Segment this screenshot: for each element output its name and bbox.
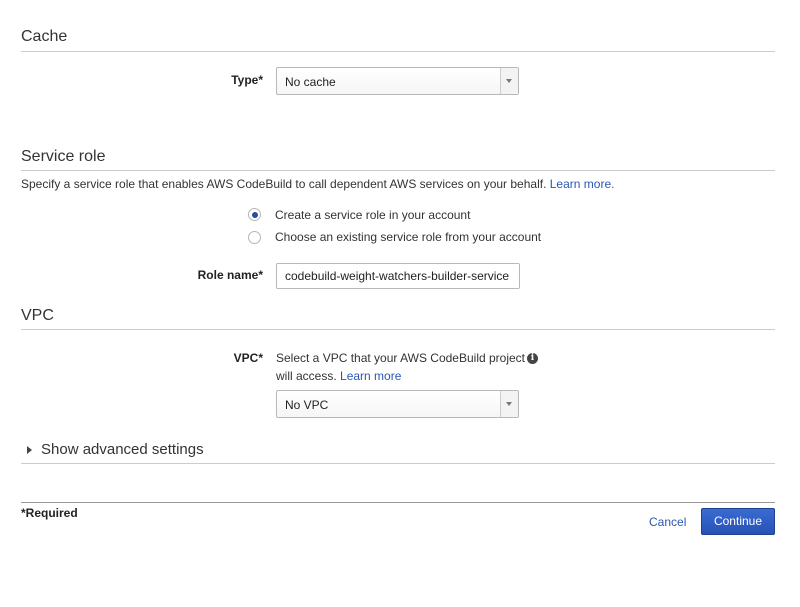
vpc-help-line1: Select a VPC that your AWS CodeBuild pro… <box>276 351 526 365</box>
info-circle-icon[interactable]: i <box>527 353 538 364</box>
role-name-input[interactable] <box>276 263 520 289</box>
vpc-label: VPC* <box>233 351 263 365</box>
show-advanced-settings-toggle[interactable]: Show advanced settings <box>21 440 321 460</box>
radio-existing-service-role[interactable] <box>248 231 261 244</box>
cancel-button[interactable]: Cancel <box>649 515 686 529</box>
role-name-label: Role name* <box>197 268 263 282</box>
chevron-down-icon <box>500 68 518 94</box>
vpc-select[interactable]: No VPC <box>276 390 519 418</box>
vpc-help-line2-wrapper: will access. Learn more <box>276 369 401 383</box>
advanced-divider <box>21 463 775 464</box>
caret-right-icon <box>27 446 32 454</box>
required-note: *Required <box>21 506 78 520</box>
chevron-down-icon <box>500 391 518 417</box>
cache-divider <box>21 51 775 52</box>
service-role-description: Specify a service role that enables AWS … <box>21 177 614 191</box>
vpc-section-title: VPC <box>21 307 54 324</box>
vpc-divider <box>21 329 775 330</box>
show-advanced-settings-label: Show advanced settings <box>41 441 204 458</box>
cache-type-value: No cache <box>285 75 336 89</box>
radio-create-service-role-label[interactable]: Create a service role in your account <box>275 208 470 222</box>
radio-create-service-role[interactable] <box>248 208 261 221</box>
service-role-learn-more-link[interactable]: Learn more. <box>550 177 615 191</box>
continue-button[interactable]: Continue <box>701 508 775 535</box>
service-role-divider <box>21 170 775 171</box>
cache-type-select[interactable]: No cache <box>276 67 519 95</box>
vpc-select-value: No VPC <box>285 398 329 412</box>
service-role-section-title: Service role <box>21 148 106 165</box>
vpc-help-line2: will access. <box>276 369 337 383</box>
footer-divider <box>21 502 775 503</box>
radio-existing-service-role-label[interactable]: Choose an existing service role from you… <box>275 230 541 244</box>
service-role-description-text: Specify a service role that enables AWS … <box>21 177 547 191</box>
cache-type-label: Type* <box>231 73 263 87</box>
vpc-learn-more-link[interactable]: Learn more <box>340 369 401 383</box>
cache-section-title: Cache <box>21 28 68 45</box>
